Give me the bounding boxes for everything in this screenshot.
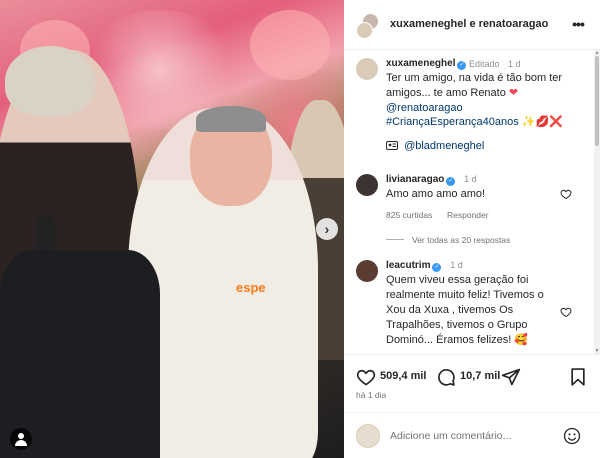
heart-emoji: ❤	[508, 87, 519, 99]
verified-badge-icon: ✓	[432, 263, 442, 272]
caption-mention[interactable]: @renatoaragao	[386, 101, 463, 116]
comments-count[interactable]: 10,7 mil	[460, 370, 500, 382]
post-time-ago[interactable]: há 1 dia	[356, 390, 386, 400]
more-options-icon[interactable]: •••	[568, 14, 588, 34]
add-comment-bar	[344, 412, 600, 458]
caption-emojis: ✨💋❌	[521, 116, 563, 128]
view-replies-row[interactable]: Ver todas as 20 respostas	[386, 235, 510, 245]
reply-button[interactable]: Responder	[447, 210, 489, 220]
post-header: xuxameneghel e renatoaragao •••	[344, 0, 600, 50]
comment-username[interactable]: leacutrim	[386, 260, 430, 271]
avatar[interactable]	[356, 260, 378, 282]
collab-avatars[interactable]	[356, 13, 382, 39]
likes-count[interactable]: 509,4 mil	[380, 370, 426, 382]
verified-badge-icon: ✓	[446, 177, 456, 186]
post-side-panel: xuxameneghel e renatoaragao ••• xuxamene…	[344, 0, 600, 458]
view-replies-link[interactable]: Ver todas as 20 respostas	[412, 235, 510, 245]
avatar	[356, 22, 373, 39]
tagged-user-row[interactable]: @bladmeneghel	[386, 139, 484, 154]
person-foreground	[0, 250, 160, 458]
comment-time: 1 d	[464, 174, 477, 184]
comments-scrollbar[interactable]: ▲ ▼	[594, 50, 600, 354]
caption-text-block: Ter um amigo, na vida é tão bom ter amig…	[386, 71, 581, 101]
comment-input[interactable]	[390, 427, 550, 445]
edited-label: Editado	[469, 59, 500, 69]
avatar[interactable]	[356, 58, 378, 80]
comments-list[interactable]: xuxameneghel ✓ Editado 1 d Ter um amigo, …	[344, 50, 594, 354]
current-user-avatar	[356, 424, 380, 448]
caption-username[interactable]: xuxameneghel	[386, 58, 455, 69]
tagged-users-icon[interactable]	[10, 428, 32, 450]
emoji-picker-icon[interactable]	[562, 426, 582, 446]
microphone	[35, 215, 55, 255]
replies-divider	[386, 239, 404, 240]
post-media-image[interactable]: espe ›	[0, 0, 344, 458]
verified-badge-icon: ✓	[457, 61, 467, 70]
tagged-username[interactable]: @bladmeneghel	[404, 140, 484, 152]
comment-text-block: Quem viveu essa geração foi realmente mu…	[386, 273, 556, 348]
comment-time: 1 d	[450, 260, 463, 270]
caption-text: Ter um amigo, na vida é tão bom ter amig…	[386, 72, 563, 99]
shirt-logo-text: espe	[236, 280, 266, 295]
carousel-next-button[interactable]: ›	[316, 218, 338, 240]
comment-text: Amo amo amo amo!	[386, 188, 486, 200]
avatar[interactable]	[356, 174, 378, 196]
scrollbar-thumb[interactable]	[595, 56, 599, 146]
like-comment-heart-icon[interactable]	[560, 306, 572, 318]
comment-bubble-icon[interactable]	[436, 367, 456, 387]
post-author-names[interactable]: xuxameneghel e renatoaragao	[390, 18, 548, 30]
save-bookmark-icon[interactable]	[568, 367, 588, 387]
like-comment-heart-icon[interactable]	[560, 188, 572, 200]
share-send-icon[interactable]	[501, 367, 521, 387]
caption-time: 1 d	[508, 59, 521, 69]
like-heart-icon[interactable]	[356, 367, 376, 387]
instagram-post-viewer: espe › xuxameneghel e renatoaragao ••• x…	[0, 0, 600, 458]
caption-hashtag[interactable]: #CriançaEsperança40anos	[386, 116, 519, 128]
comment-username[interactable]: livianaragao	[386, 174, 444, 185]
tag-person-icon	[386, 140, 398, 150]
comment-emoji: 🥰	[514, 334, 529, 346]
comment-likes-count[interactable]: 825 curtidas	[386, 210, 432, 220]
